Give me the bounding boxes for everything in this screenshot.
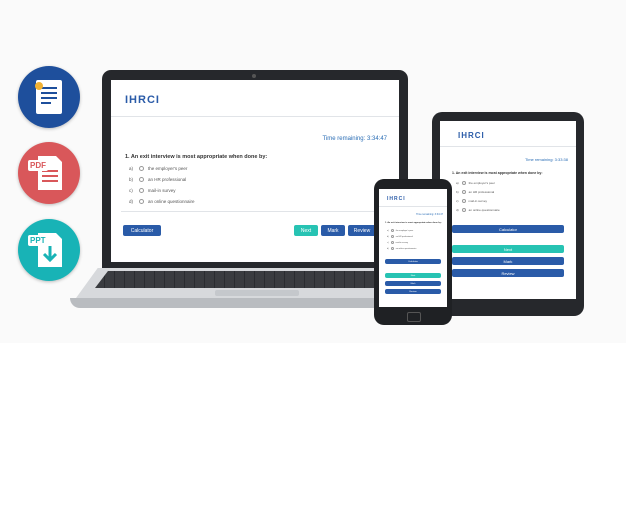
option-letter: d)	[387, 247, 389, 250]
radio-button[interactable]	[139, 177, 145, 182]
certificate-document-badge	[18, 66, 80, 128]
mark-button[interactable]: Mark	[452, 257, 564, 265]
option-letter: d)	[129, 199, 134, 204]
review-button[interactable]: Review	[385, 289, 441, 294]
radio-button[interactable]	[390, 241, 394, 244]
option-label: the employer's peer	[148, 166, 188, 171]
phone-device: IHRCI Time remaining: 3:34:47 1. An exit…	[374, 179, 452, 325]
option-letter: c)	[129, 188, 133, 193]
phone-home-button	[407, 312, 421, 322]
option-letter: d)	[456, 208, 459, 212]
laptop-trackpad	[215, 290, 299, 296]
option-label: the employer's peer	[468, 181, 495, 185]
laptop-camera	[252, 74, 256, 78]
option-letter: a)	[456, 181, 459, 185]
option-letter: a)	[129, 166, 134, 171]
ppt-label: PPT	[28, 235, 48, 246]
question-text: 1. An exit interview is most appropriate…	[125, 154, 268, 160]
option-label: an online questionnaire	[468, 208, 500, 212]
option-label: an HR professional	[395, 235, 413, 238]
laptop-device: IHRCI Time remaining: 3:34:47 1. An exit…	[102, 70, 408, 270]
phone-screen: IHRCI Time remaining: 3:34:47 1. An exit…	[379, 189, 447, 307]
time-remaining: Time remaining: 3:33:38	[525, 157, 568, 162]
header-divider	[111, 116, 399, 117]
header-divider	[379, 206, 447, 207]
radio-button[interactable]	[138, 188, 144, 193]
radio-button[interactable]	[461, 181, 466, 185]
laptop-screen: IHRCI Time remaining: 3:34:47 1. An exit…	[111, 80, 399, 262]
option-b[interactable]: b) an HR professional	[456, 190, 494, 194]
option-letter: b)	[456, 190, 459, 194]
option-label: mail-in survey	[147, 188, 176, 193]
option-letter: c)	[456, 199, 459, 203]
option-letter: b)	[387, 235, 389, 238]
option-a[interactable]: a) the employer's peer	[129, 166, 187, 171]
option-label: an HR professional	[468, 190, 495, 194]
option-d[interactable]: d) an online questionnaire	[387, 247, 416, 250]
radio-button[interactable]	[390, 247, 394, 250]
pdf-label: PDF	[28, 160, 48, 171]
options-divider	[121, 211, 389, 212]
option-label: mail-in survey	[395, 241, 409, 244]
ppt-download-badge: PPT	[18, 219, 80, 281]
option-letter: a)	[387, 229, 389, 232]
time-remaining: Time remaining: 3:34:47	[322, 136, 387, 142]
radio-button[interactable]	[390, 229, 394, 232]
option-d[interactable]: d) an online questionnaire	[456, 208, 500, 212]
next-button[interactable]: Next	[294, 225, 318, 236]
radio-button[interactable]	[139, 166, 145, 171]
header-divider	[440, 146, 576, 147]
mark-button[interactable]: Mark	[385, 281, 441, 286]
option-letter: b)	[129, 177, 134, 182]
calculator-button[interactable]: Calculator	[385, 259, 441, 264]
option-b[interactable]: b) an HR professional	[129, 177, 186, 182]
option-letter: c)	[387, 241, 389, 244]
calculator-button[interactable]: Calculator	[452, 225, 564, 233]
pdf-document-badge: PDF	[18, 142, 80, 204]
option-label: an online questionnaire	[148, 199, 195, 204]
option-c[interactable]: c) mail-in survey	[129, 188, 176, 193]
option-c[interactable]: c) mail-in survey	[456, 199, 487, 203]
certificate-document-icon	[35, 80, 62, 114]
option-label: an HR professional	[148, 177, 187, 182]
calculator-button[interactable]: Calculator	[123, 225, 161, 236]
review-button[interactable]: Review	[452, 269, 564, 277]
next-button[interactable]: Next	[452, 245, 564, 253]
mark-button[interactable]: Mark	[321, 225, 345, 236]
radio-button[interactable]	[139, 199, 145, 204]
radio-button[interactable]	[461, 199, 466, 203]
tablet-screen: IHRCI Time remaining: 3:33:38 1. An exit…	[440, 121, 576, 299]
ihrci-logo: IHRCI	[125, 94, 160, 106]
option-label: an online questionnaire	[395, 247, 417, 250]
option-a[interactable]: a) the employer's peer	[456, 181, 495, 185]
option-b[interactable]: b) an HR professional	[387, 235, 413, 238]
option-c[interactable]: c) mail-in survey	[387, 241, 408, 244]
question-text: 1. An exit interview is most appropriate…	[385, 222, 442, 224]
radio-button[interactable]	[461, 190, 466, 194]
option-a[interactable]: a) the employer's peer	[387, 229, 413, 232]
option-d[interactable]: d) an online questionnaire	[129, 199, 195, 204]
ihrci-logo: IHRCI	[458, 131, 485, 140]
laptop-keyboard	[95, 271, 419, 288]
option-label: the employer's peer	[395, 229, 414, 232]
review-button[interactable]: Review	[348, 225, 376, 236]
question-text: 1. An exit interview is most appropriate…	[452, 171, 543, 175]
tablet-device: IHRCI Time remaining: 3:33:38 1. An exit…	[432, 112, 584, 316]
radio-button[interactable]	[461, 208, 466, 212]
next-button[interactable]: Next	[385, 273, 441, 278]
ihrci-logo: IHRCI	[387, 196, 406, 202]
radio-button[interactable]	[390, 235, 394, 238]
time-remaining: Time remaining: 3:34:47	[416, 213, 443, 216]
option-label: mail-in survey	[468, 199, 488, 203]
